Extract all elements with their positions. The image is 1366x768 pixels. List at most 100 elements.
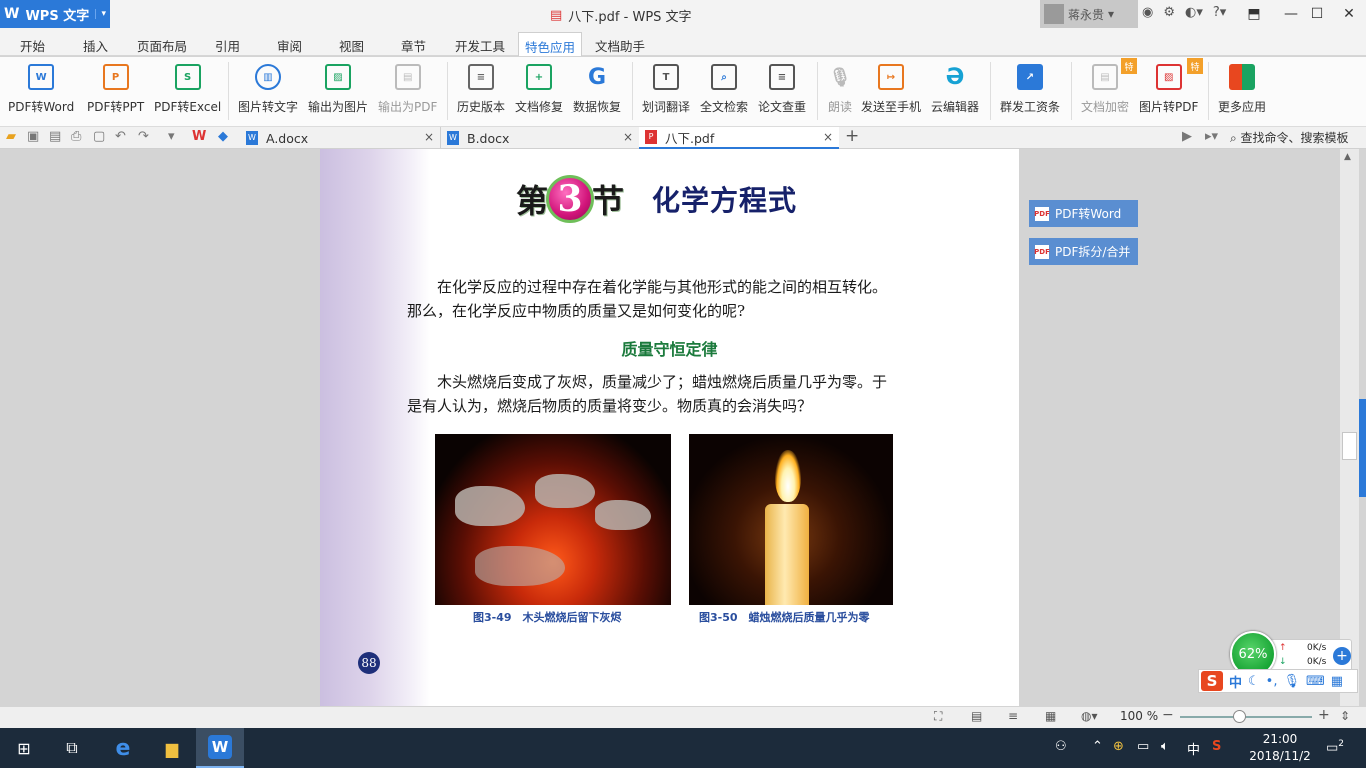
menu-start[interactable]: 开始	[20, 36, 45, 55]
wps-taskbar-icon[interactable]: W	[196, 728, 244, 768]
wps-home-icon[interactable]: W	[192, 129, 206, 144]
encrypt-icon: ▤	[1092, 64, 1118, 90]
edge-browser-icon[interactable]: e	[99, 728, 147, 768]
menu-review[interactable]: 审阅	[277, 36, 302, 55]
tab-list-icon[interactable]: ▸▾	[1205, 129, 1218, 144]
wps-app-menu-button[interactable]: W WPS 文字 ▾	[0, 0, 110, 28]
help-icon[interactable]: ?▾	[1213, 5, 1226, 20]
protect-eye-icon[interactable]: ◍▾	[1081, 709, 1098, 723]
sogou-tray-icon[interactable]: S	[1212, 739, 1221, 754]
tray-expand-icon[interactable]: ⌃	[1092, 739, 1103, 754]
command-search[interactable]: ⌕ 查找命令、搜索模板	[1230, 129, 1349, 146]
network-speed-widget[interactable]: ↑ 0K/s ↓ 0K/s + 62%	[1230, 631, 1356, 677]
export-pdf-icon: ▤	[394, 64, 421, 90]
windows-start-icon[interactable]: ⊞	[0, 728, 48, 768]
clock[interactable]: 21:00 2018/11/2	[1240, 731, 1320, 765]
security-tray-icon[interactable]: ⊕	[1113, 739, 1124, 754]
close-tab-icon[interactable]: ×	[823, 130, 833, 144]
screen-cast-icon[interactable]: ▶	[1182, 129, 1192, 144]
menu-page-layout[interactable]: 页面布局	[137, 36, 187, 55]
ribbon-separator	[228, 62, 229, 120]
volume-muted-icon[interactable]: 🔈︎	[1161, 739, 1169, 754]
fit-page-icon[interactable]: ⇕	[1340, 709, 1350, 723]
cloud-docs-icon[interactable]: ◆	[218, 129, 228, 144]
close-tab-icon[interactable]: ×	[623, 130, 633, 144]
data-recovery-button[interactable]: G 数据恢复	[573, 60, 621, 124]
tab-a-docx[interactable]: W A.docx ×	[240, 127, 440, 149]
menu-developer[interactable]: 开发工具	[455, 36, 505, 55]
chevron-down-icon[interactable]: ▾	[168, 129, 175, 144]
history-version-button[interactable]: ≡ 历史版本	[457, 60, 505, 124]
zoom-in-button[interactable]: +	[1318, 707, 1330, 723]
open-folder-icon[interactable]: ▰	[6, 129, 16, 144]
cloud-editor-button[interactable]: Ə 云编辑器	[931, 60, 979, 124]
web-view-icon[interactable]: ▦	[1045, 709, 1056, 723]
restore-ribbon-icon[interactable]: ⬒	[1237, 0, 1271, 28]
doc-repair-button[interactable]: + 文档修复	[515, 60, 563, 124]
battery-icon[interactable]: ▭	[1137, 739, 1149, 754]
scrollbar-thumb[interactable]	[1342, 432, 1357, 460]
page-view-icon[interactable]: ▤	[971, 709, 982, 723]
print-preview-icon[interactable]: ▢	[93, 129, 105, 144]
people-icon[interactable]: ⚇	[1055, 739, 1067, 754]
tab-b-docx[interactable]: W B.docx ×	[440, 127, 639, 149]
punctuation-icon[interactable]: •,	[1266, 674, 1278, 689]
print-icon[interactable]: ⎙	[71, 129, 81, 144]
share-icon[interactable]: ◐▾	[1185, 5, 1203, 20]
export-image-button[interactable]: ▨ 输出为图片	[308, 60, 368, 124]
menu-view[interactable]: 视图	[339, 36, 364, 55]
skin-icon[interactable]: ◉	[1142, 5, 1153, 20]
scroll-up-icon[interactable]: ▲	[1344, 152, 1351, 162]
pdf-to-word-button[interactable]: W PDF转Word	[8, 60, 74, 124]
keyboard-icon[interactable]: ⌨	[1306, 674, 1325, 689]
microphone-icon[interactable]: 🎙︎	[1283, 674, 1300, 689]
payslip-button[interactable]: ↗ 群发工资条	[1000, 60, 1060, 124]
menu-insert[interactable]: 插入	[83, 36, 108, 55]
save-as-icon[interactable]: ▤	[49, 129, 61, 144]
side-panel-toggle[interactable]	[1359, 399, 1366, 497]
full-screen-icon[interactable]: ⛶	[934, 709, 942, 724]
user-account[interactable]: 蒋永贵 ▾	[1040, 0, 1138, 28]
page-decorative-band	[320, 149, 430, 706]
moon-icon[interactable]: ☾	[1248, 674, 1260, 689]
maximize-button[interactable]: ☐	[1300, 0, 1334, 28]
vertical-scrollbar[interactable]	[1340, 149, 1359, 706]
more-apps-button[interactable]: 更多应用	[1218, 60, 1266, 124]
send-to-phone-button[interactable]: ↦ 发送至手机	[861, 60, 921, 124]
notification-icon[interactable]: ▭2	[1326, 739, 1344, 755]
undo-icon[interactable]: ↶	[115, 129, 126, 144]
new-tab-button[interactable]: +	[845, 126, 859, 146]
ribbon-separator	[632, 62, 633, 120]
redo-icon[interactable]: ↷	[138, 129, 149, 144]
file-explorer-icon[interactable]: ▆	[148, 728, 196, 768]
menu-chapter[interactable]: 章节	[401, 36, 426, 55]
plagiarism-check-button[interactable]: ≡ 论文查重	[758, 60, 806, 124]
word-translate-button[interactable]: T 划词翻译	[642, 60, 690, 124]
task-view-icon[interactable]: ⧉	[48, 728, 96, 768]
pdf-to-excel-button[interactable]: S PDF转Excel	[154, 60, 221, 124]
zoom-level[interactable]: 100 %	[1120, 709, 1158, 723]
image-to-text-button[interactable]: ▥ 图片转文字	[238, 60, 298, 124]
settings-icon[interactable]: ⚙	[1163, 5, 1175, 20]
fulltext-search-button[interactable]: ⌕ 全文检索	[700, 60, 748, 124]
close-button[interactable]: ✕	[1332, 0, 1366, 28]
zoom-out-button[interactable]: −	[1162, 707, 1174, 723]
pdf-to-ppt-button[interactable]: P PDF转PPT	[87, 60, 144, 124]
menu-doc-assistant[interactable]: 文档助手	[595, 36, 645, 55]
tab-pdf[interactable]: P 八下.pdf ×	[639, 127, 839, 149]
ime-toolbar[interactable]: S 中 ☾ •, 🎙︎ ⌨ ▦	[1198, 669, 1358, 693]
outline-view-icon[interactable]: ≡	[1008, 709, 1018, 723]
menu-references[interactable]: 引用	[215, 36, 240, 55]
side-pdf-to-word-button[interactable]: PDF PDF转Word	[1029, 200, 1138, 227]
grid-icon[interactable]: ▦	[1331, 674, 1343, 689]
menu-special-apps[interactable]: 特色应用	[518, 32, 583, 56]
tray-lang[interactable]: 中	[1187, 739, 1200, 758]
page-number: 88	[358, 652, 380, 674]
export-pdf-button[interactable]: ▤ 输出为PDF	[378, 60, 437, 124]
save-icon[interactable]: ▣	[27, 129, 39, 144]
close-tab-icon[interactable]: ×	[424, 130, 434, 144]
ime-mode[interactable]: 中	[1229, 672, 1242, 691]
read-aloud-button[interactable]: 🎙︎ 朗读	[827, 60, 853, 124]
side-pdf-split-merge-button[interactable]: PDF PDF拆分/合并	[1029, 238, 1138, 265]
more-apps-icon	[1229, 64, 1255, 90]
